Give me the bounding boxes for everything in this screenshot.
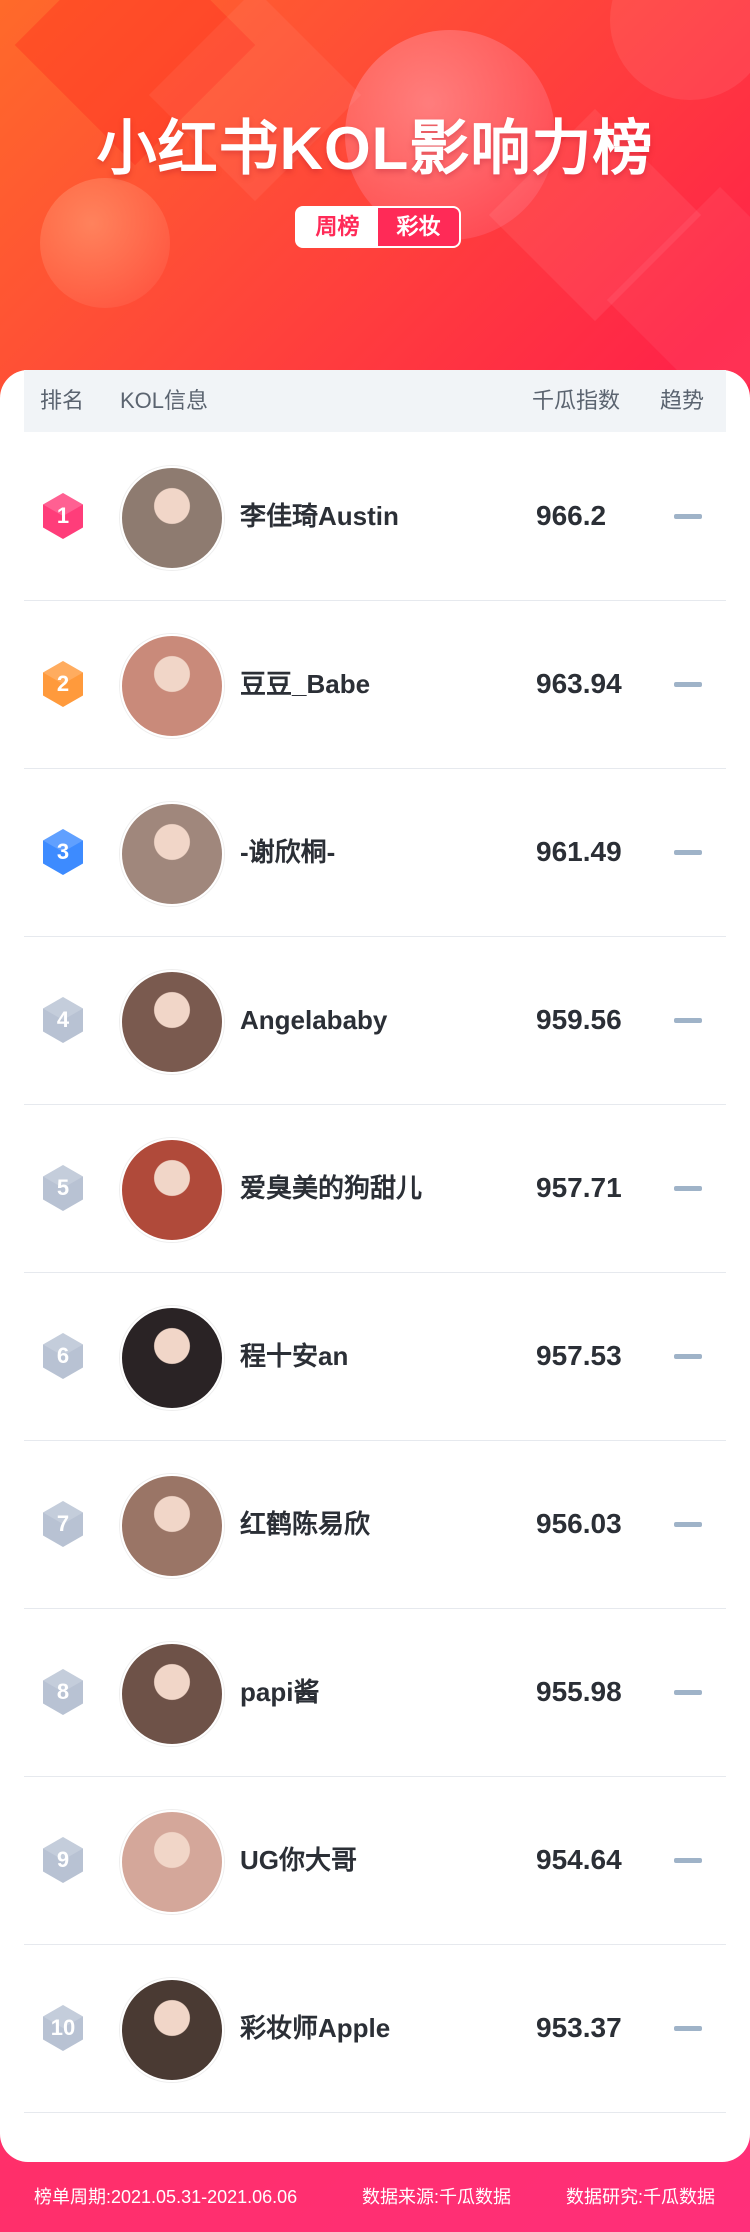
footer: 榜单周期:2021.05.31-2021.06.06 数据来源:千瓜数据 数据研… [0,2162,750,2232]
table-row[interactable]: 3 -谢欣桐- 961.49 [24,768,726,937]
ranking-card: 排名 KOL信息 千瓜指数 趋势 1 李佳琦Austin 966.2 2 豆豆_Babe… [0,370,750,2162]
kol-score: 959.56 [536,1004,622,1035]
rank-number: 5 [56,1175,70,1200]
table-header: 排名 KOL信息 千瓜指数 趋势 [24,370,726,432]
kol-name[interactable]: UG你大哥 [240,1776,357,1944]
kol-score: 957.53 [536,1340,622,1371]
table-row[interactable]: 8 papi酱 955.98 [24,1608,726,1777]
rank-badge: 7 [41,1500,85,1548]
rank-number: 9 [56,1847,70,1872]
avatar[interactable] [120,1810,224,1914]
avatar[interactable] [120,1978,224,2082]
tab-weekly[interactable]: 周榜 [297,208,378,246]
avatar[interactable] [120,970,224,1074]
table-row[interactable]: 7 红鹤陈易欣 956.03 [24,1440,726,1609]
kol-name[interactable]: 爱臭美的狗甜儿 [240,1104,422,1272]
rank-number: 3 [56,839,70,864]
kol-score: 954.64 [536,1844,622,1875]
trend-flat-icon [674,514,702,519]
column-trend-header: 趋势 [660,388,705,413]
trend-flat-icon [674,2026,702,2031]
trend-flat-icon [674,1690,702,1695]
rank-badge: 8 [41,1668,85,1716]
page-title: 小红书KOL影响力榜 [96,115,654,182]
table-row[interactable]: 2 豆豆_Babe 963.94 [24,600,726,769]
avatar[interactable] [120,466,224,570]
trend-flat-icon [674,1858,702,1863]
footer-period: 榜单周期:2021.05.31-2021.06.06 [34,2187,298,2207]
rank-badge: 4 [41,996,85,1044]
rank-number: 6 [56,1343,70,1368]
decor-circle [610,0,750,100]
kol-name[interactable]: 彩妆师Apple [240,1944,390,2112]
table-row[interactable]: 4 Angelababy 959.56 [24,936,726,1105]
footer-source: 数据来源:千瓜数据 [362,2187,512,2207]
avatar[interactable] [120,1474,224,1578]
avatar[interactable] [120,1306,224,1410]
trend-flat-icon [674,1018,702,1023]
kol-score: 963.94 [536,668,622,699]
rank-number: 1 [56,503,70,528]
kol-name[interactable]: 李佳琦Austin [240,432,399,600]
kol-score: 957.71 [536,1172,622,1203]
kol-name[interactable]: papi酱 [240,1608,319,1776]
footer-research: 数据研究:千瓜数据 [566,2187,716,2207]
rank-badge: 6 [41,1332,85,1380]
table-row[interactable]: 6 程十安an 957.53 [24,1272,726,1441]
kol-name[interactable]: 程十安an [240,1272,348,1440]
rank-badge: 3 [41,828,85,876]
rank-number: 10 [50,2015,76,2040]
tab-bar: 周榜 彩妆 [295,206,461,248]
avatar[interactable] [120,1642,224,1746]
decor-circle [40,178,170,308]
table-row[interactable]: 9 UG你大哥 954.64 [24,1776,726,1945]
kol-score: 966.2 [536,500,607,531]
kol-name[interactable]: -谢欣桐- [240,768,335,936]
trend-flat-icon [674,682,702,687]
column-kol-header: KOL信息 [120,388,209,413]
trend-flat-icon [674,1354,702,1359]
rank-badge: 2 [41,660,85,708]
rank-badge: 5 [41,1164,85,1212]
trend-flat-icon [674,850,702,855]
kol-score: 955.98 [536,1676,622,1707]
kol-score: 953.37 [536,2012,622,2043]
kol-score: 961.49 [536,836,622,867]
trend-flat-icon [674,1522,702,1527]
rank-badge: 10 [41,2004,85,2052]
table-row[interactable]: 1 李佳琦Austin 966.2 [24,432,726,601]
trend-flat-icon [674,1186,702,1191]
table-row[interactable]: 5 爱臭美的狗甜儿 957.71 [24,1104,726,1273]
avatar[interactable] [120,802,224,906]
rank-number: 8 [56,1679,70,1704]
column-rank-header: 排名 [40,388,85,413]
rank-badge: 9 [41,1836,85,1884]
avatar[interactable] [120,634,224,738]
table-row[interactable]: 10 彩妆师Apple 953.37 [24,1944,726,2113]
kol-name[interactable]: 豆豆_Babe [240,600,370,768]
rank-number: 7 [56,1511,70,1536]
rank-number: 4 [56,1007,70,1032]
rank-badge: 1 [41,492,85,540]
kol-score: 956.03 [536,1508,622,1539]
column-index-header: 千瓜指数 [532,388,621,413]
avatar[interactable] [120,1138,224,1242]
tab-makeup[interactable]: 彩妆 [378,208,459,246]
rank-number: 2 [56,671,70,696]
kol-name[interactable]: Angelababy [240,936,387,1104]
kol-name[interactable]: 红鹤陈易欣 [240,1440,370,1608]
